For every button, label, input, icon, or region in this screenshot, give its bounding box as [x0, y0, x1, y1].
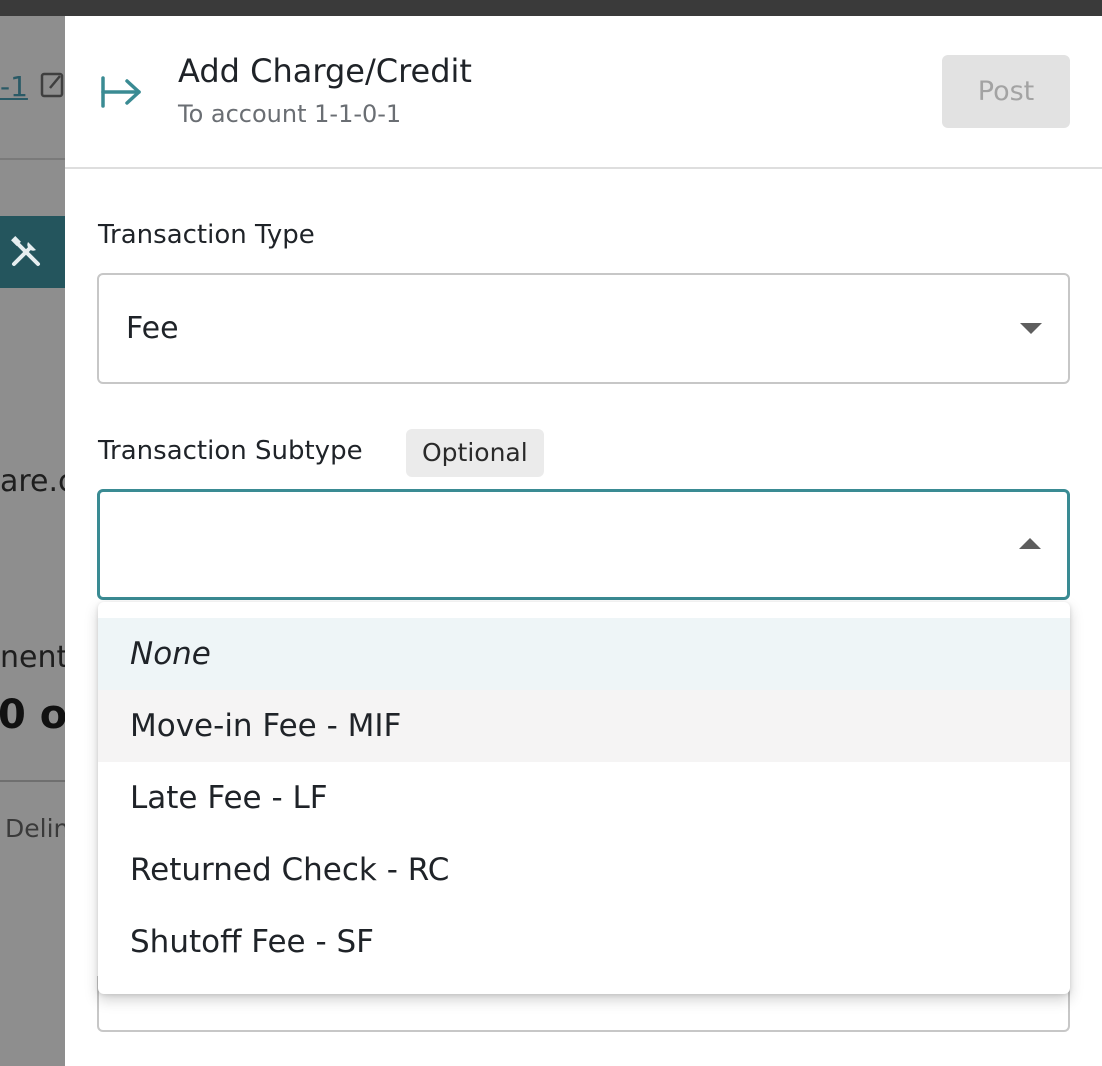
transaction-subtype-label: Transaction Subtype	[98, 436, 363, 466]
top-bar	[0, 0, 1102, 16]
transaction-subtype-dropdown: None Move-in Fee - MIF Late Fee - LF Ret…	[98, 602, 1070, 994]
transaction-type-label: Transaction Type	[98, 220, 315, 250]
dropdown-option-late-fee[interactable]: Late Fee - LF	[98, 762, 1070, 834]
chevron-up-icon	[1019, 538, 1041, 549]
drawer-header: Add Charge/Credit To account 1-1-0-1 Pos…	[65, 16, 1102, 169]
chevron-down-icon	[1020, 323, 1042, 334]
dropdown-option-move-in-fee[interactable]: Move-in Fee - MIF	[98, 690, 1070, 762]
add-charge-credit-drawer: Add Charge/Credit To account 1-1-0-1 Pos…	[65, 16, 1102, 1066]
transaction-type-select[interactable]: Fee	[97, 273, 1070, 384]
optional-badge: Optional	[406, 429, 544, 477]
transaction-type-value: Fee	[126, 311, 179, 346]
background-text: nent	[0, 640, 65, 675]
background-divider	[0, 780, 65, 782]
drawer-title: Add Charge/Credit	[178, 52, 472, 90]
post-button[interactable]: Post	[942, 55, 1070, 128]
background-account-link: -1	[0, 70, 28, 103]
dropdown-option-returned-check[interactable]: Returned Check - RC	[98, 834, 1070, 906]
dropdown-option-none[interactable]: None	[98, 618, 1070, 690]
edit-icon	[40, 72, 64, 98]
collapse-drawer-icon[interactable]	[99, 74, 143, 110]
background-divider	[0, 158, 65, 160]
background-value: 0 o	[0, 692, 65, 738]
dropdown-option-shutoff-fee[interactable]: Shutoff Fee - SF	[98, 906, 1070, 978]
background-text: are.c	[0, 464, 65, 499]
background-text: Delin	[5, 814, 65, 843]
transaction-subtype-select[interactable]	[97, 489, 1070, 600]
tools-icon	[11, 236, 40, 266]
drawer-subtitle: To account 1-1-0-1	[178, 100, 402, 128]
background-page: -1 are.c nent 0 o Delin	[0, 16, 65, 1066]
